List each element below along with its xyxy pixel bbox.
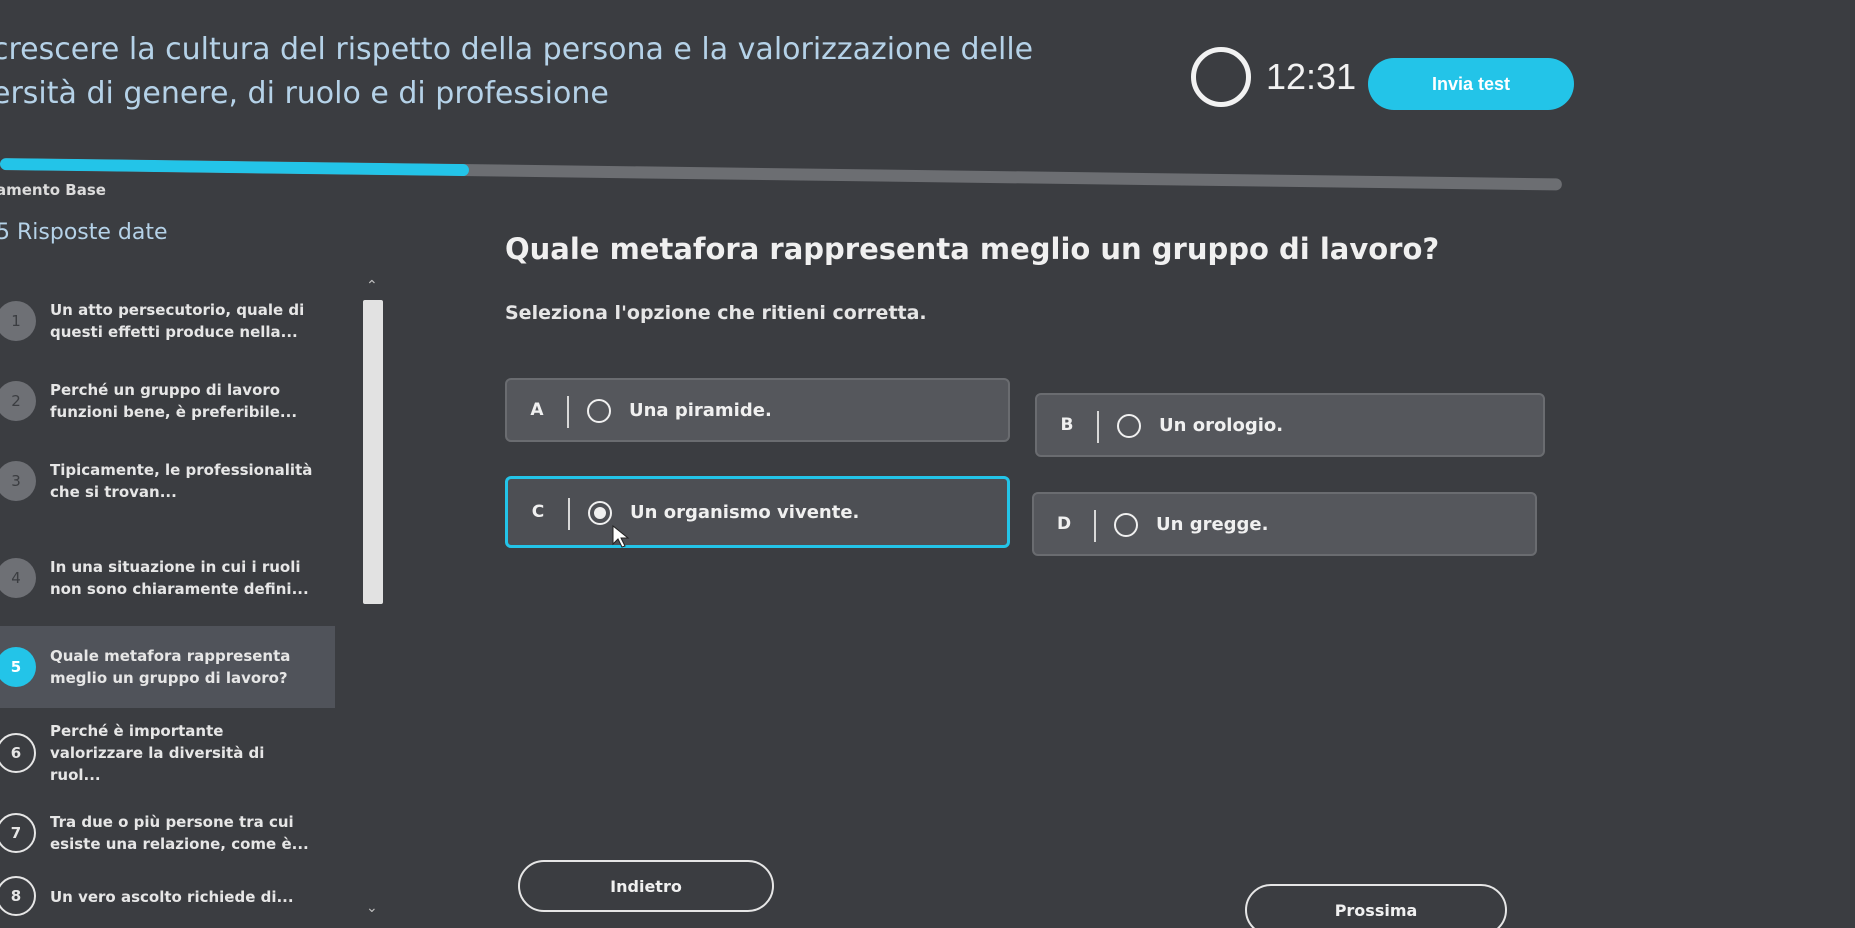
option-c[interactable]: C Un organismo vivente.: [505, 476, 1010, 548]
option-label: Un orologio.: [1159, 415, 1284, 436]
course-title-line-2: ersità di genere, di ruolo e di professi…: [0, 76, 609, 111]
question-list-item[interactable]: 2 Perché un gruppo di lavoro funzioni be…: [0, 360, 335, 442]
timer-ring-icon: [1191, 47, 1251, 107]
course-level-label: amento Base: [0, 181, 106, 199]
radio-checked-icon[interactable]: [588, 501, 612, 525]
question-preview: Perché è importante valorizzare la diver…: [50, 722, 265, 784]
mouse-cursor-icon: [612, 525, 630, 548]
radio-icon[interactable]: [1117, 414, 1141, 438]
scroll-down-icon[interactable]: ⌄: [366, 900, 378, 916]
option-divider: [568, 498, 570, 530]
question-number: 7: [0, 813, 36, 853]
send-test-button[interactable]: Invia test: [1368, 58, 1574, 110]
course-title-line-1: crescere la cultura del rispetto della p…: [0, 32, 1034, 67]
option-letter: C: [531, 502, 545, 522]
question-list-item[interactable]: 6 Perché è importante valorizzare la div…: [0, 712, 335, 794]
question-number: 6: [0, 733, 36, 773]
course-title: crescere la cultura del rispetto della p…: [0, 28, 1092, 116]
question-preview: In una situazione in cui i ruoli non son…: [50, 558, 309, 598]
question-list-item[interactable]: 3 Tipicamente, le professionalità che si…: [0, 440, 335, 522]
question-list-item[interactable]: 8 Un vero ascolto richiede di...: [0, 864, 335, 924]
option-divider: [1094, 510, 1096, 542]
question-number: 5: [0, 647, 36, 687]
option-label: Un gregge.: [1156, 514, 1269, 535]
question-preview: Quale metafora rappresenta meglio un gru…: [50, 647, 291, 687]
question-list-item-current[interactable]: 5 Quale metafora rappresenta meglio un g…: [0, 626, 335, 708]
question-number: 8: [0, 876, 36, 916]
question-list-item[interactable]: 7 Tra due o più persone tra cui esiste u…: [0, 792, 335, 874]
sidebar-scrollbar[interactable]: [363, 300, 383, 604]
next-button[interactable]: Prossima: [1245, 884, 1507, 928]
question-hint: Seleziona l'opzione che ritieni corretta…: [505, 302, 927, 324]
question-number: 2: [0, 381, 36, 421]
question-preview: Tra due o più persone tra cui esiste una…: [50, 813, 309, 853]
question-title: Quale metafora rappresenta meglio un gru…: [505, 232, 1440, 266]
question-number: 3: [0, 461, 36, 501]
option-divider: [1097, 411, 1099, 443]
option-d[interactable]: D Un gregge.: [1032, 492, 1537, 556]
radio-icon[interactable]: [587, 399, 611, 423]
option-divider: [567, 396, 569, 428]
option-letter: B: [1060, 415, 1074, 435]
option-letter: D: [1056, 514, 1072, 534]
test-page: crescere la cultura del rispetto della p…: [0, 0, 1855, 928]
question-number: 4: [0, 558, 36, 598]
option-label: Una piramide.: [629, 400, 772, 421]
timer-text: 12:31: [1266, 56, 1357, 97]
option-letter: A: [530, 400, 544, 420]
back-button[interactable]: Indietro: [518, 860, 774, 912]
progress-bar-fill: [0, 158, 469, 177]
question-list-item[interactable]: 4 In una situazione in cui i ruoli non s…: [0, 537, 335, 619]
question-list-item[interactable]: 1 Un atto persecutorio, quale di questi …: [0, 280, 335, 362]
question-number: 1: [0, 301, 36, 341]
radio-icon[interactable]: [1114, 513, 1138, 537]
question-list: 1 Un atto persecutorio, quale di questi …: [0, 280, 390, 928]
question-preview: Perché un gruppo di lavoro funzioni bene…: [50, 381, 298, 421]
answered-count: 5 Risposte date: [0, 220, 168, 245]
progress-bar: [0, 158, 1562, 191]
question-preview: Tipicamente, le professionalità che si t…: [50, 461, 313, 501]
option-b[interactable]: B Un orologio.: [1035, 393, 1545, 457]
question-preview: Un atto persecutorio, quale di questi ef…: [50, 301, 305, 341]
option-label: Un organismo vivente.: [630, 502, 860, 523]
scroll-up-icon[interactable]: ⌃: [366, 278, 378, 294]
option-a[interactable]: A Una piramide.: [505, 378, 1010, 442]
question-preview: Un vero ascolto richiede di...: [50, 888, 294, 906]
